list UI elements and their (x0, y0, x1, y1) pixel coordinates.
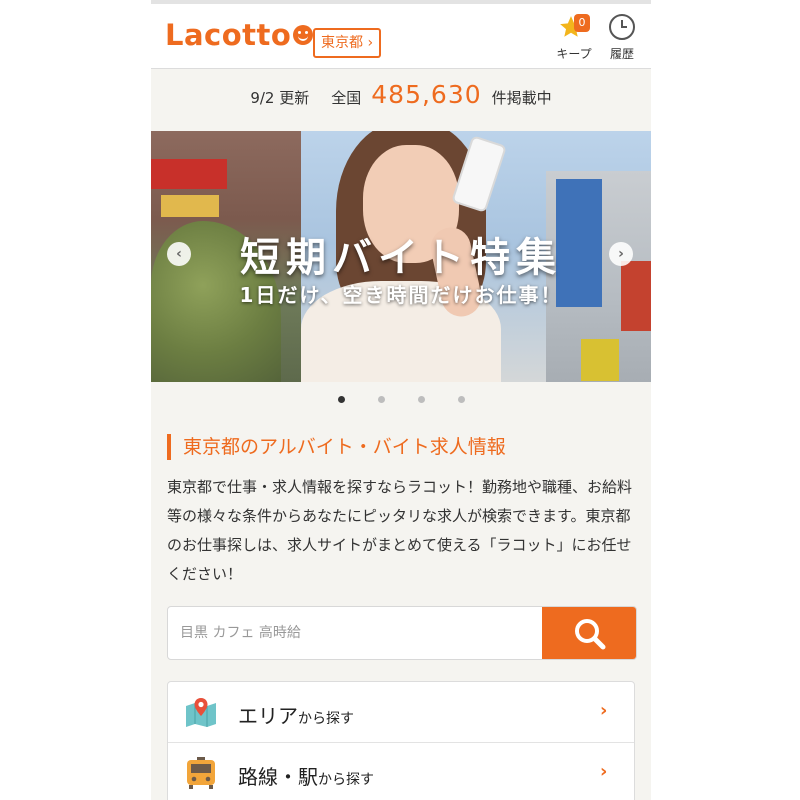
listing-suffix: 件掲載中 (491, 89, 552, 107)
site-header: Lacotto 東京都 › 0 キープ 履歴 (151, 4, 651, 69)
site-logo[interactable]: Lacotto (165, 18, 314, 52)
menu-item-area-label: エリアから探す (238, 700, 354, 729)
history-button[interactable]: 履歴 (600, 12, 644, 62)
logo-text: Lacotto (165, 18, 292, 52)
menu-item-station-suffix: から探す (318, 772, 374, 788)
app-screen: Lacotto 東京都 › 0 キープ 履歴 9/2 更新 全国 485,630… (151, 0, 651, 800)
listing-count: 485,630 (371, 80, 482, 109)
keep-count-badge: 0 (574, 14, 590, 32)
update-date: 9/2 更新 (250, 89, 310, 107)
keep-button[interactable]: 0 キープ (552, 12, 596, 62)
menu-item-station[interactable]: 路線・駅から探す › (168, 743, 634, 800)
banner-title: 短期バイト特集 (240, 235, 562, 281)
menu-item-area-main: エリア (238, 704, 298, 728)
search-icon (575, 619, 606, 650)
nationwide-label: 全国 (331, 89, 362, 107)
carousel-next-button[interactable]: › (609, 242, 633, 266)
search-input[interactable] (168, 607, 552, 659)
region-select-button[interactable]: 東京都 › (313, 28, 382, 58)
carousel-dot[interactable] (377, 396, 385, 403)
menu-item-area[interactable]: エリアから探す › (168, 682, 634, 743)
clock-icon (609, 14, 635, 40)
chevron-right-icon: › (600, 700, 608, 721)
carousel-dot[interactable] (457, 396, 465, 403)
train-icon (187, 757, 215, 789)
banner-photo-sign (161, 195, 219, 217)
search-menu: エリアから探す › 路線・駅から探す › (167, 681, 635, 800)
carousel-dot[interactable] (417, 396, 425, 403)
search-button[interactable] (542, 607, 636, 659)
history-label: 履歴 (609, 47, 634, 61)
menu-item-area-suffix: から探す (298, 711, 354, 727)
map-icon (186, 698, 216, 727)
carousel-prev-button[interactable]: ‹ (167, 242, 191, 266)
listing-stats: 9/2 更新 全国 485,630 件掲載中 (151, 80, 651, 124)
chevron-right-icon: › (600, 761, 608, 782)
carousel-dot[interactable] (337, 396, 345, 403)
keep-label: キープ (556, 47, 592, 61)
banner-photo-sign (581, 339, 619, 381)
intro-description: 東京都で仕事・求人情報を探すならラコット！勤務地や職種、お給料等の様々な条件から… (167, 478, 633, 583)
menu-item-station-main: 路線・駅 (238, 765, 318, 789)
promo-banner[interactable]: 短期バイト特集 1日だけ、空き時間だけお仕事！ ‹ › (151, 131, 651, 382)
search-bar (167, 606, 637, 660)
menu-item-station-label: 路線・駅から探す (238, 761, 374, 790)
banner-subtitle: 1日だけ、空き時間だけお仕事！ (239, 283, 563, 307)
banner-photo-sign (151, 159, 227, 189)
carousel-indicators (151, 394, 651, 406)
logo-smile-icon (293, 25, 314, 45)
section-title: 東京都のアルバイト・バイト求人情報 (167, 434, 506, 460)
